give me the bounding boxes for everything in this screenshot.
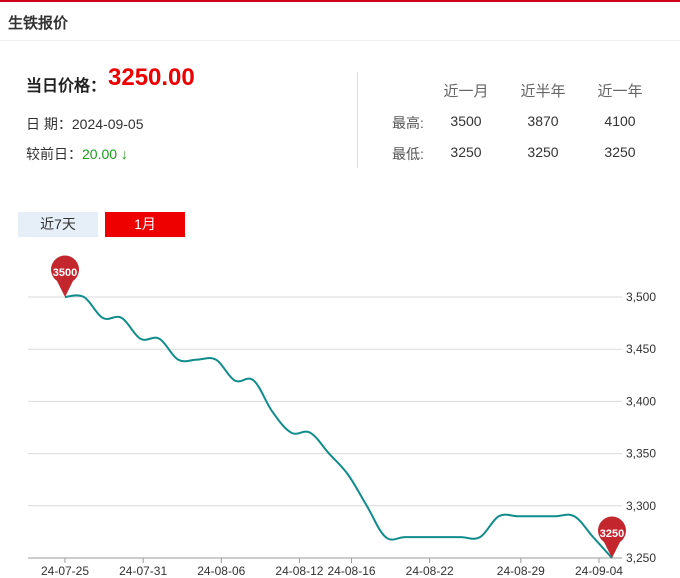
- change-row: 较前日：20.00 ↓: [26, 144, 128, 164]
- price-label: 当日价格：: [26, 78, 107, 95]
- title-divider: [0, 40, 680, 41]
- y-tick-label: 3,400: [626, 394, 656, 408]
- price-marker-pin: 3500: [51, 255, 79, 297]
- stats-high-month: 3500: [450, 113, 482, 129]
- chart-grid: [28, 296, 622, 507]
- stats-high-halfyear: 3870: [527, 113, 559, 129]
- x-tick-label: 24-08-06: [197, 564, 245, 578]
- y-tick-label: 3,500: [626, 290, 656, 304]
- tab-1-month[interactable]: 1月: [105, 212, 185, 237]
- y-tick-label: 3,350: [626, 447, 656, 461]
- date-label: 日 期：: [26, 116, 72, 132]
- top-accent-border: [0, 0, 680, 2]
- chart-axes: 3,250 3,300 3,350 3,400 3,450 3,500 24-07-25 24…: [28, 290, 656, 578]
- stats-col-halfyear: 近半年: [520, 83, 566, 100]
- change-value: 20.00 ↓: [82, 146, 128, 162]
- x-tick-label: 24-08-22: [406, 564, 454, 578]
- price-marker-pin: 3250: [598, 516, 627, 558]
- y-tick-label: 3,250: [626, 551, 656, 565]
- date-value: 2024-09-05: [71, 116, 144, 132]
- y-tick-label: 3,300: [626, 499, 656, 513]
- stats-col-month: 近一月: [443, 83, 489, 100]
- x-tick-label: 24-08-16: [328, 564, 376, 578]
- date-row: 日 期：2024-09-05: [26, 114, 144, 134]
- stats-low-month: 3250: [450, 144, 482, 160]
- price-series-line: [64, 294, 613, 559]
- x-tick-label: 24-08-12: [275, 564, 323, 578]
- price-line-chart: 3,250 3,300 3,350 3,400 3,450 3,500 24-07-25 24…: [28, 255, 656, 578]
- stats-high-year: 4100: [604, 113, 636, 129]
- x-tick-label: 24-09-04: [575, 564, 623, 578]
- pin-label: 3250: [600, 528, 624, 540]
- page-title: 生铁报价: [8, 15, 69, 32]
- tab-7-days[interactable]: 近7天: [18, 212, 98, 237]
- vertical-divider: [357, 72, 358, 168]
- x-tick-label: 24-07-31: [119, 564, 167, 578]
- y-tick-label: 3,450: [626, 342, 656, 356]
- chart-markers: 3500 3250: [51, 255, 627, 558]
- pin-label: 3500: [53, 267, 77, 279]
- x-tick-label: 24-07-25: [41, 564, 89, 578]
- change-label: 较前日：: [26, 146, 82, 162]
- stats-col-year: 近一年: [597, 83, 643, 100]
- stats-low-halfyear: 3250: [527, 144, 559, 160]
- chart-line-layer: [64, 294, 613, 559]
- x-tick-label: 24-08-29: [497, 564, 545, 578]
- stats-low-year: 3250: [604, 144, 636, 160]
- price-value: 3250.00: [108, 64, 195, 91]
